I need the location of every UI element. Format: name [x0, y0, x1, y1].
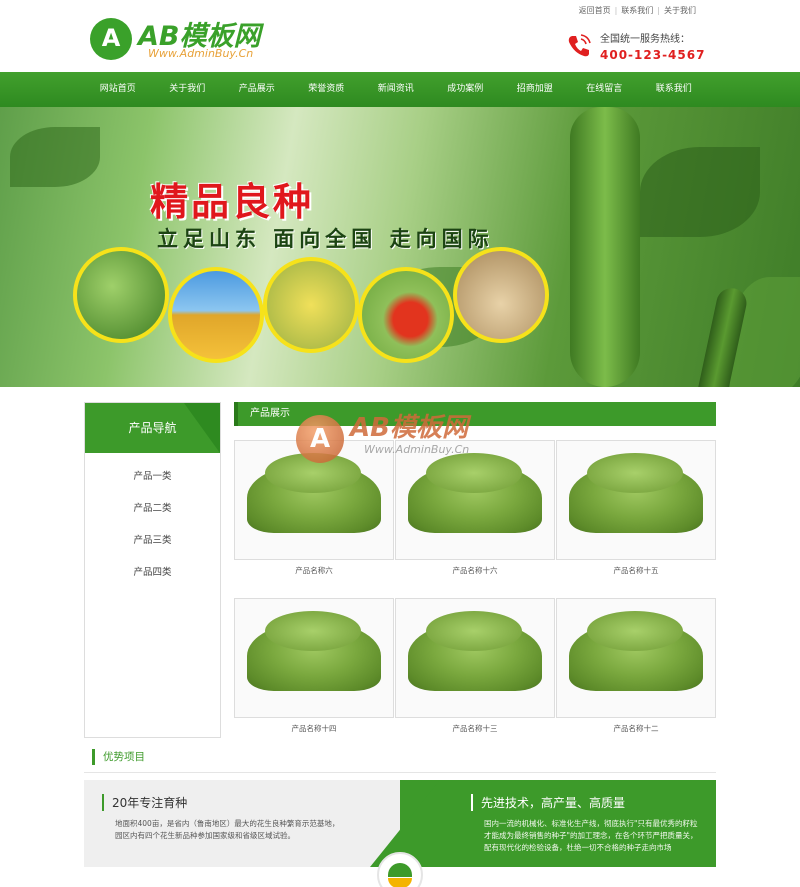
- watermark-letter: A: [309, 424, 331, 454]
- banner-slogan: 立足山东 面向全国 走向国际: [157, 227, 494, 251]
- wheat-circle-image: [168, 267, 264, 363]
- top-link-about[interactable]: 关于我们: [664, 6, 696, 15]
- sidebar-item-category-3[interactable]: 产品三类: [85, 525, 220, 557]
- top-links: 返回首页 | 联系我们 | 关于我们: [578, 6, 696, 15]
- product-name[interactable]: 产品名称十二: [556, 718, 716, 740]
- main-nav: 网站首页 关于我们 产品展示 荣誉资质 新闻资讯 成功案例 招商加盟 在线留言 …: [0, 72, 800, 107]
- product-card[interactable]: 产品名称十五: [556, 440, 716, 580]
- cucumber-image: [570, 107, 640, 387]
- divider: [84, 772, 716, 773]
- logo-letter: A: [101, 24, 121, 52]
- header: A AB模板网 Www.AdminBuy.Cn 返回首页 | 联系我们 | 关于我们 全…: [0, 0, 800, 72]
- product-name[interactable]: 产品名称六: [234, 560, 394, 582]
- advantage-right-heading: 先进技术，高产量、高质量: [471, 794, 625, 811]
- banner-title: 精品良种: [150, 180, 315, 224]
- nav-item-message[interactable]: 在线留言: [570, 72, 640, 107]
- advantage-left-heading: 20年专注育种: [102, 794, 187, 811]
- logo-badge-icon: A: [90, 18, 132, 60]
- watermark-logo: A AB模板网 Www.AdminBuy.Cn: [296, 409, 516, 469]
- nav-item-about[interactable]: 关于我们: [153, 72, 223, 107]
- sidebar-item-category-2[interactable]: 产品二类: [85, 493, 220, 525]
- sidebar-item-category-4[interactable]: 产品四类: [85, 557, 220, 589]
- sidebar-title: 产品导航: [85, 403, 220, 453]
- phone-icon: [568, 34, 591, 57]
- product-name[interactable]: 产品名称十四: [234, 718, 394, 740]
- top-link-contact[interactable]: 联系我们: [621, 6, 653, 15]
- product-image[interactable]: [234, 598, 394, 718]
- nav-item-home[interactable]: 网站首页: [83, 72, 153, 107]
- product-image[interactable]: [395, 598, 555, 718]
- hotline-label: 全国统一服务热线：: [600, 34, 690, 45]
- nav-item-contact[interactable]: 联系我们: [639, 72, 709, 107]
- hotline: 全国统一服务热线： 400-123-4567: [566, 30, 716, 66]
- tomato-circle-image: [358, 267, 454, 363]
- top-link-home[interactable]: 返回首页: [579, 6, 611, 15]
- sidebar-item-category-1[interactable]: 产品一类: [85, 461, 220, 493]
- product-grid: 产品名称六 产品名称十六 产品名称十五 产品名称十四 产品名称十三 产品名称十二: [234, 426, 716, 746]
- logo-url: Www.AdminBuy.Cn: [148, 47, 254, 60]
- corn-circle-image: [263, 257, 359, 353]
- hotline-number: 400-123-4567: [600, 48, 706, 62]
- product-name[interactable]: 产品名称十三: [395, 718, 555, 740]
- nav-item-products[interactable]: 产品展示: [222, 72, 292, 107]
- product-card[interactable]: 产品名称十二: [556, 598, 716, 738]
- cucumber-circle-image: [73, 247, 169, 343]
- nav-item-honors[interactable]: 荣誉资质: [292, 72, 362, 107]
- product-card[interactable]: 产品名称十三: [395, 598, 555, 738]
- advantage-left-text: 地面积400亩，是省内（鲁南地区）最大的花生良种繁育示范基地，园区内有四个花生新…: [115, 819, 340, 840]
- product-card[interactable]: 产品名称十四: [234, 598, 394, 738]
- watermark-badge-icon: A: [296, 415, 344, 463]
- nav-item-franchise[interactable]: 招商加盟: [500, 72, 570, 107]
- advantages-section: 优势项目 20年专注育种 地面积400亩，是省内（鲁南地区）最大的花生良种繁育示…: [0, 747, 800, 887]
- product-name[interactable]: 产品名称十五: [556, 560, 716, 582]
- product-image[interactable]: [556, 598, 716, 718]
- logo[interactable]: A AB模板网 Www.AdminBuy.Cn: [90, 14, 280, 64]
- watermark-title: AB模板网: [350, 413, 468, 443]
- product-image[interactable]: [556, 440, 716, 560]
- nav-item-cases[interactable]: 成功案例: [431, 72, 501, 107]
- nav-item-news[interactable]: 新闻资讯: [361, 72, 431, 107]
- advantage-right-text: 国内一流的机械化、标准化生产线，彻底执行"只有最优秀的籽粒才能成为最终销售的种子…: [484, 819, 698, 852]
- advantages-title: 优势项目: [92, 749, 145, 765]
- main-area: 产品导航 产品一类 产品二类 产品三类 产品四类 产品展示 产品名称六 产品名称…: [0, 387, 800, 747]
- peanut-circle-image: [453, 247, 549, 343]
- product-name[interactable]: 产品名称十六: [395, 560, 555, 582]
- hero-banner[interactable]: 精品良种 立足山东 面向全国 走向国际: [0, 107, 800, 387]
- product-sidebar: 产品导航 产品一类 产品二类 产品三类 产品四类: [84, 402, 221, 738]
- watermark-url: Www.AdminBuy.Cn: [364, 443, 470, 456]
